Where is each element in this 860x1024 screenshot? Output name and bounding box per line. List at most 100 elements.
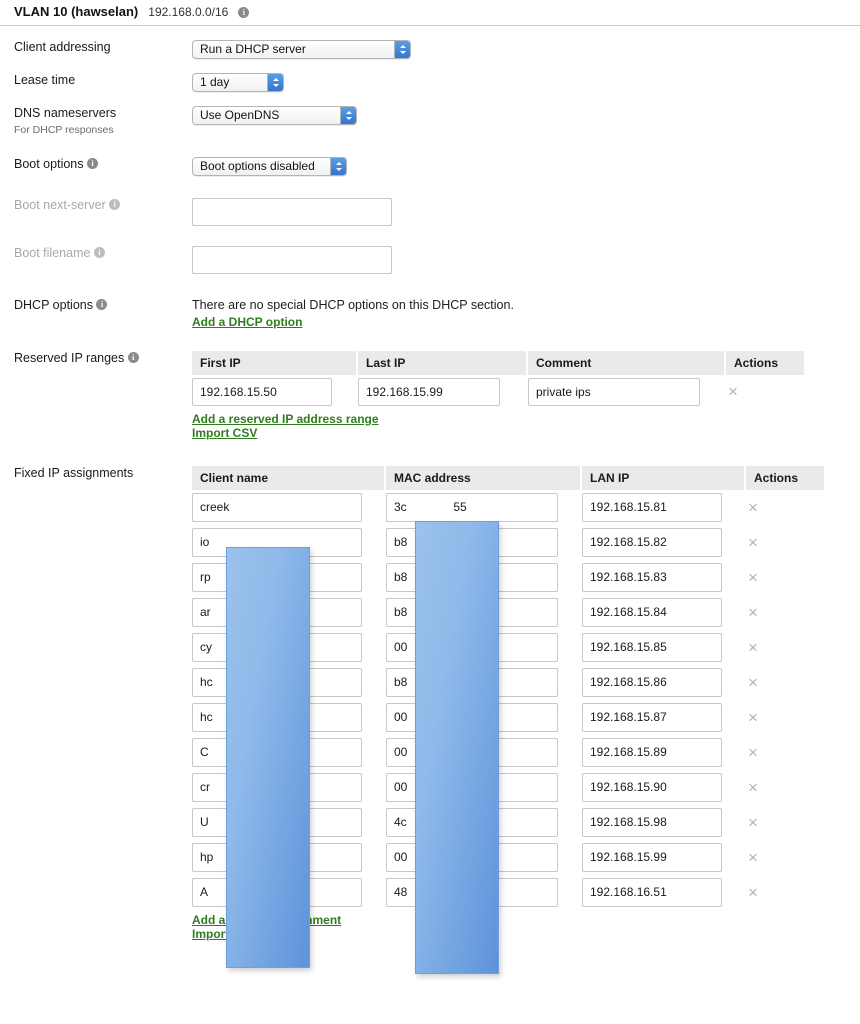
- cell-mac-address: [386, 560, 582, 595]
- fixed-mac-address-input[interactable]: [386, 597, 558, 627]
- reserved-last-ip-input[interactable]: [358, 377, 500, 406]
- delete-row-icon[interactable]: ×: [746, 709, 758, 726]
- label-boot-filename: Boot filename i: [0, 246, 192, 262]
- row-boot-filename: Boot filename i: [0, 245, 860, 274]
- fixed-lan-ip-input[interactable]: [582, 492, 722, 522]
- fixed-client-name-input[interactable]: [192, 527, 362, 557]
- boot-filename-input[interactable]: [192, 245, 392, 274]
- client-addressing-value: Run a DHCP server: [200, 42, 306, 56]
- table-row: ×: [192, 875, 824, 910]
- fixed-lan-ip-input[interactable]: [582, 702, 722, 732]
- fixed-client-name-input[interactable]: [192, 807, 362, 837]
- client-addressing-select[interactable]: Run a DHCP server: [192, 40, 411, 59]
- fixed-client-name-input[interactable]: [192, 632, 362, 662]
- table-row: ×: [192, 595, 824, 630]
- info-icon[interactable]: i: [86, 157, 98, 169]
- delete-row-icon[interactable]: ×: [746, 534, 758, 551]
- delete-row-icon[interactable]: ×: [746, 639, 758, 656]
- fixed-lan-ip-input[interactable]: [582, 807, 722, 837]
- chevron-updown-icon[interactable]: [330, 157, 346, 175]
- boot-next-server-input[interactable]: [192, 197, 392, 226]
- dns-nameservers-select[interactable]: Use OpenDNS: [192, 106, 357, 125]
- fixed-mac-address-input[interactable]: [386, 702, 558, 732]
- import-csv-fixed-link[interactable]: Import CSV: [192, 927, 257, 941]
- lease-time-select[interactable]: 1 day: [192, 73, 284, 92]
- label-boot-options-text: Boot options: [14, 156, 84, 171]
- fixed-client-name-input[interactable]: [192, 597, 362, 627]
- fixed-lan-ip-input[interactable]: [582, 562, 722, 592]
- fixed-client-name-input[interactable]: [192, 702, 362, 732]
- import-csv-reserved-link[interactable]: Import CSV: [192, 426, 257, 440]
- boot-options-select[interactable]: Boot options disabled: [192, 156, 347, 176]
- info-icon[interactable]: i: [127, 351, 139, 363]
- delete-row-icon[interactable]: ×: [746, 779, 758, 796]
- reserved-comment-input[interactable]: [528, 377, 700, 406]
- cell-mac-address: [386, 665, 582, 700]
- fixed-lan-ip-input[interactable]: [582, 632, 722, 662]
- delete-row-icon[interactable]: ×: [746, 569, 758, 586]
- delete-row-icon[interactable]: ×: [746, 674, 758, 691]
- label-dns-nameservers-sub: For DHCP responses: [14, 123, 114, 136]
- dns-nameservers-value: Use OpenDNS: [200, 108, 280, 122]
- fixed-mac-address-input[interactable]: [386, 772, 558, 802]
- boot-options-value: Boot options disabled: [200, 158, 315, 173]
- fixed-lan-ip-input[interactable]: [582, 667, 722, 697]
- add-dhcp-option-link[interactable]: Add a DHCP option: [192, 315, 302, 329]
- fixed-lan-ip-input[interactable]: [582, 842, 722, 872]
- delete-row-icon[interactable]: ×: [746, 814, 758, 831]
- add-fixed-ip-assignment-link[interactable]: Add a fixed IP assignment: [192, 913, 341, 927]
- delete-row-icon[interactable]: ×: [746, 884, 758, 901]
- fixed-mac-address-input[interactable]: [386, 492, 558, 522]
- cell-client-name: [192, 700, 386, 735]
- reserved-first-ip-input[interactable]: [192, 377, 332, 406]
- fixed-client-name-input[interactable]: [192, 492, 362, 522]
- fixed-client-name-input[interactable]: [192, 842, 362, 872]
- chevron-updown-icon[interactable]: [267, 74, 283, 91]
- fixed-mac-address-input[interactable]: [386, 737, 558, 767]
- chevron-updown-icon[interactable]: [394, 41, 410, 58]
- delete-row-icon[interactable]: ×: [746, 499, 758, 516]
- add-reserved-ip-range-link[interactable]: Add a reserved IP address range: [192, 412, 379, 426]
- info-icon[interactable]: i: [109, 198, 121, 210]
- fixed-client-name-input[interactable]: [192, 877, 362, 907]
- fixed-ip-assignments-body: × × × × × × × × × × × ×: [192, 490, 824, 910]
- fixed-lan-ip-input[interactable]: [582, 737, 722, 767]
- fixed-mac-address-input[interactable]: [386, 562, 558, 592]
- delete-row-icon[interactable]: ×: [746, 604, 758, 621]
- fixed-client-name-input[interactable]: [192, 772, 362, 802]
- fixed-mac-address-input[interactable]: [386, 842, 558, 872]
- info-icon[interactable]: i: [238, 7, 250, 18]
- info-icon[interactable]: i: [93, 246, 105, 258]
- lease-time-value: 1 day: [200, 75, 230, 89]
- column-header-mac-address: MAC address: [386, 465, 582, 490]
- delete-row-icon[interactable]: ×: [746, 744, 758, 761]
- fixed-mac-address-input[interactable]: [386, 667, 558, 697]
- cell-actions: ×: [746, 665, 824, 700]
- label-boot-filename-text: Boot filename: [14, 245, 91, 260]
- column-header-last-ip: Last IP: [358, 350, 528, 375]
- cell-client-name: [192, 770, 386, 805]
- cell-client-name: [192, 630, 386, 665]
- fixed-lan-ip-input[interactable]: [582, 527, 722, 557]
- column-header-client-name: Client name: [192, 465, 386, 490]
- fixed-client-name-input[interactable]: [192, 737, 362, 767]
- fixed-lan-ip-input[interactable]: [582, 772, 722, 802]
- cell-client-name: [192, 665, 386, 700]
- fixed-client-name-input[interactable]: [192, 562, 362, 592]
- cell-lan-ip: [582, 490, 746, 525]
- fixed-mac-address-input[interactable]: [386, 877, 558, 907]
- fixed-mac-address-input[interactable]: [386, 632, 558, 662]
- info-icon[interactable]: i: [96, 298, 108, 310]
- fixed-lan-ip-input[interactable]: [582, 597, 722, 627]
- delete-row-icon[interactable]: ×: [726, 383, 738, 400]
- chevron-updown-icon[interactable]: [340, 107, 356, 124]
- vlan-subnet: 192.168.0.0/16: [148, 5, 229, 19]
- fixed-mac-address-input[interactable]: [386, 527, 558, 557]
- fixed-mac-address-input[interactable]: [386, 807, 558, 837]
- delete-row-icon[interactable]: ×: [746, 849, 758, 866]
- cell-lan-ip: [582, 595, 746, 630]
- cell-actions: ×: [746, 700, 824, 735]
- fixed-lan-ip-input[interactable]: [582, 877, 722, 907]
- cell-mac-address: [386, 735, 582, 770]
- fixed-client-name-input[interactable]: [192, 667, 362, 697]
